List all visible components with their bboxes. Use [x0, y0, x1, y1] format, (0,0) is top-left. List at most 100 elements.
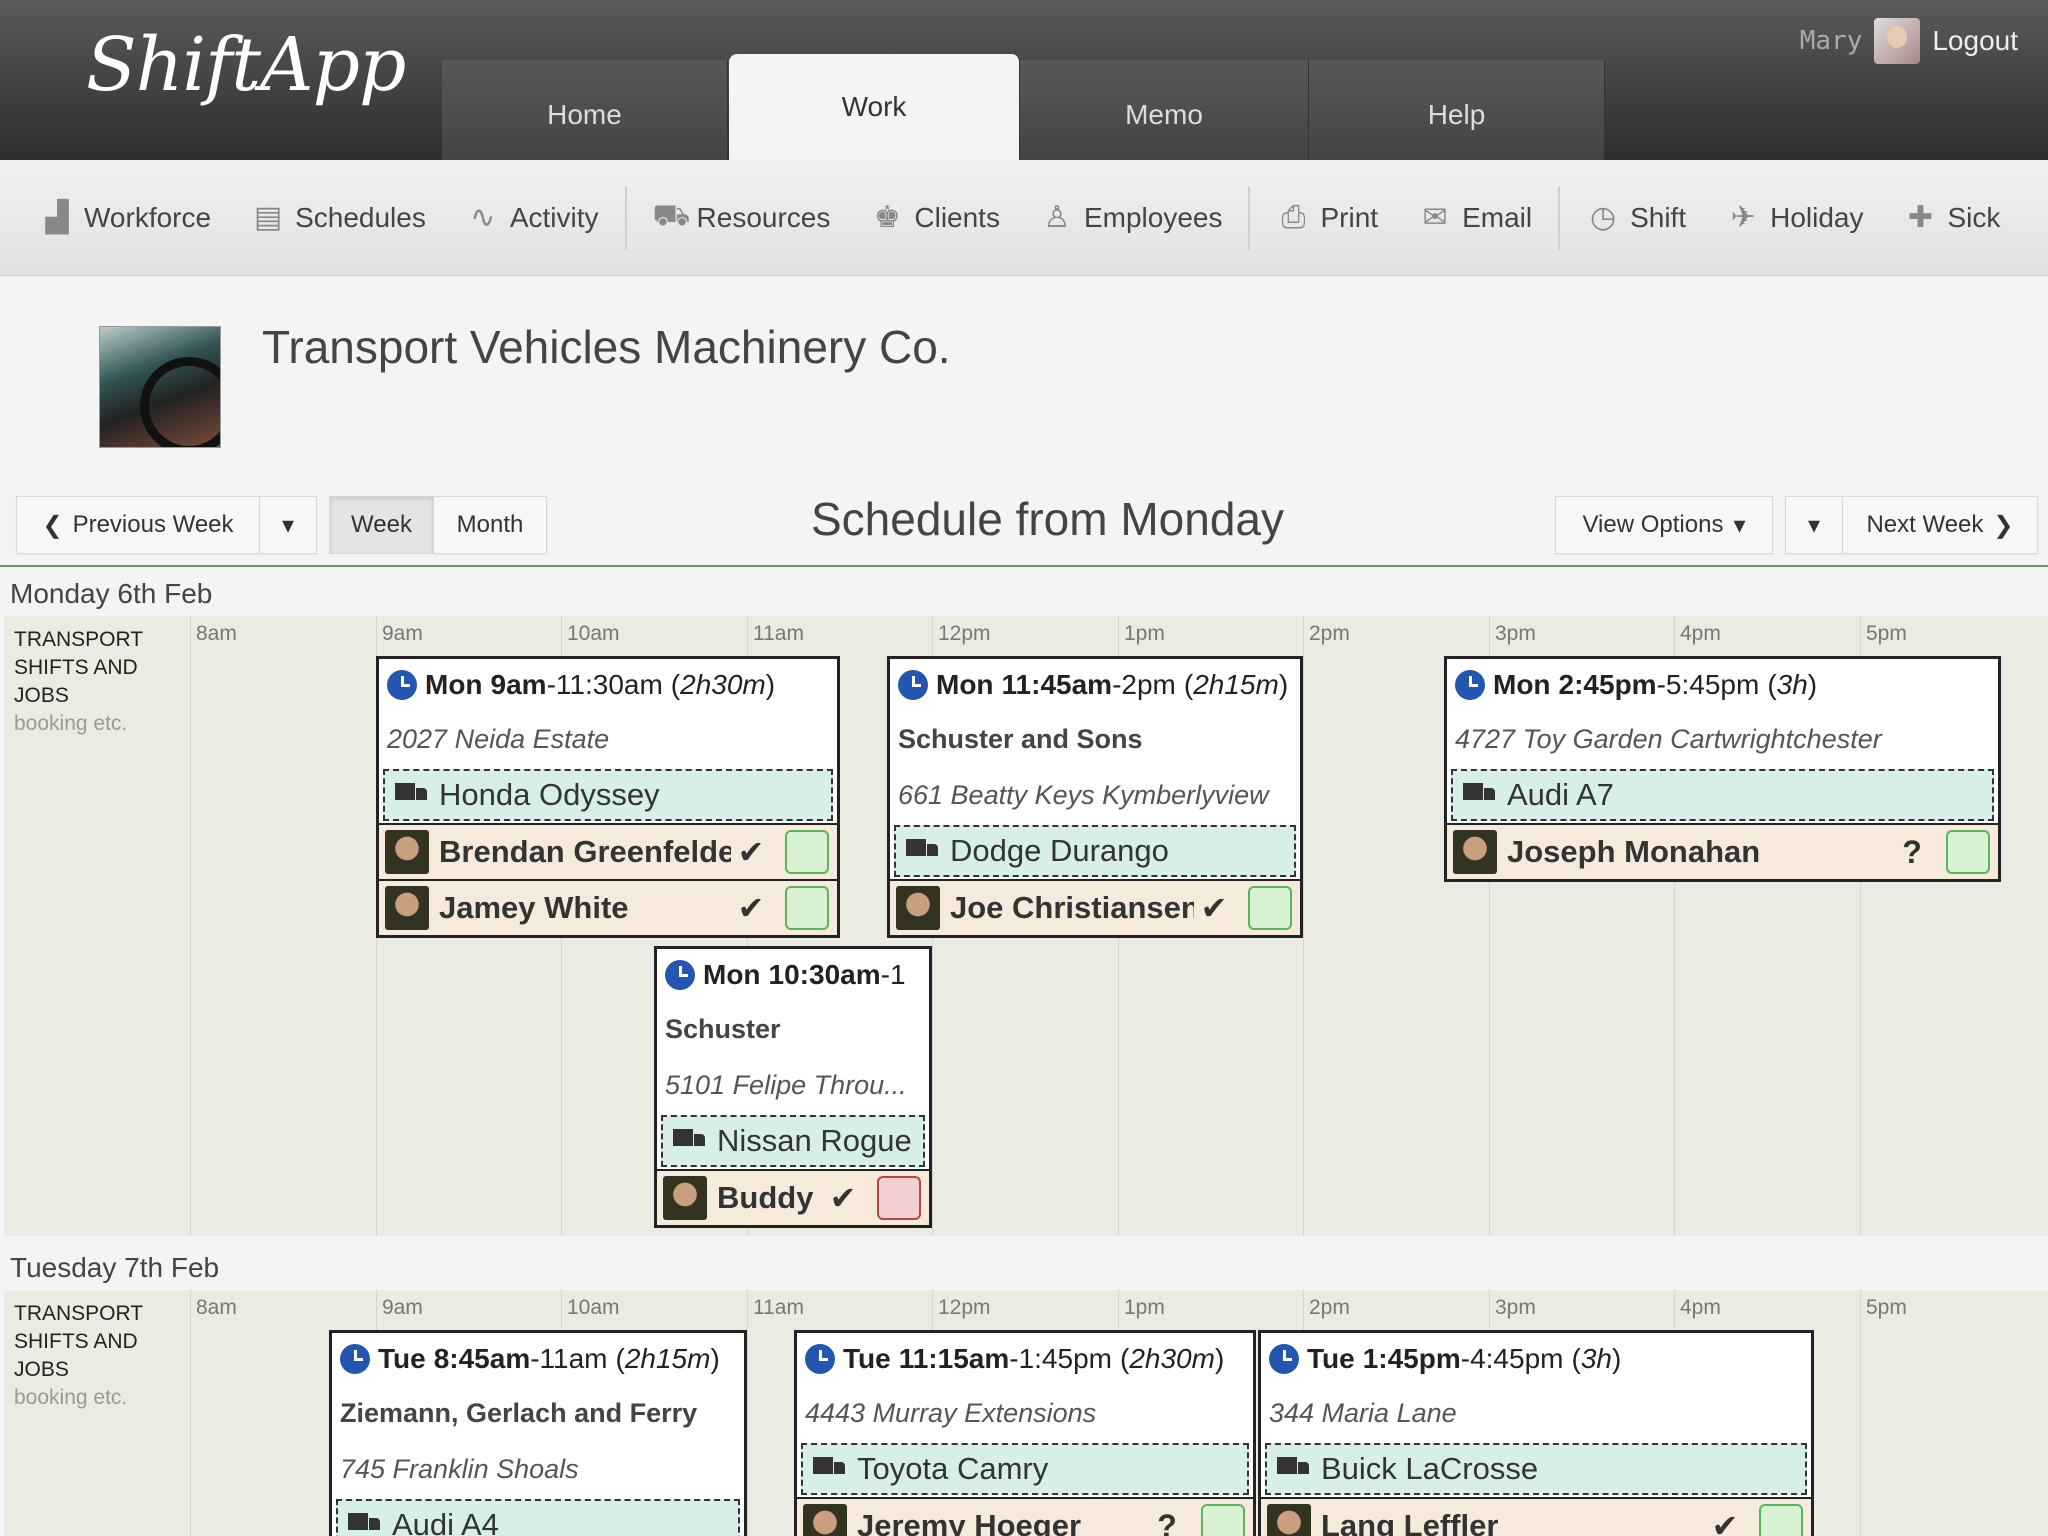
clients-label: Clients	[914, 201, 1000, 233]
vehicle-tag[interactable]: Dodge Durango	[894, 825, 1296, 877]
shift-address: 2027 Neida Estate	[387, 723, 610, 754]
shift-label: Shift	[1630, 201, 1687, 233]
staff-row[interactable]: Jamey White ✔	[379, 879, 837, 935]
next-week-dropdown[interactable]: ▾	[1785, 496, 1843, 554]
schedules-button[interactable]: ▤ Schedules	[251, 200, 426, 235]
truck-icon	[813, 1457, 845, 1481]
hour-label: 5pm	[1866, 622, 1907, 645]
status-checkbox[interactable]	[877, 1176, 921, 1220]
sick-label: Sick	[1947, 201, 2001, 233]
shift-card[interactable]: Mon 10:30am -1 Schuster 5101 Felipe Throu...…	[654, 946, 932, 1228]
vehicle-tag[interactable]: Toyota Camry	[801, 1443, 1249, 1495]
vehicle-tag[interactable]: Honda Odyssey	[383, 769, 833, 821]
resources-button[interactable]: ⛟ Resources	[653, 199, 831, 237]
tab-help[interactable]: Help	[1309, 60, 1605, 160]
hour-gridline	[190, 616, 191, 1236]
print-button[interactable]: ⎙ Print	[1276, 201, 1378, 235]
vehicle-tag[interactable]: Nissan Rogue	[661, 1115, 925, 1167]
check-icon: ✔	[737, 834, 765, 870]
sick-button[interactable]: ✚ Sick	[1904, 200, 2001, 235]
staff-name: Joe Christiansen	[950, 890, 1194, 925]
staff-name: Jamey White	[439, 890, 629, 925]
shift-card[interactable]: Tue 8:45am -11am (2h15m) Ziemann, Gerlach an…	[329, 1330, 747, 1536]
shift-button[interactable]: ◷ Shift	[1586, 200, 1686, 235]
toolbar-divider	[1558, 185, 1561, 250]
hour-label: 8am	[196, 622, 237, 645]
shift-start: 9am	[490, 669, 547, 700]
workforce-button[interactable]: ▟ Workforce	[40, 200, 211, 235]
hour-label: 9am	[382, 1296, 423, 1319]
activity-label: Activity	[509, 201, 599, 233]
hour-label: 1pm	[1124, 622, 1165, 645]
question-icon: ?	[1902, 833, 1922, 870]
previous-week-label: Previous Week	[72, 511, 234, 538]
shift-card[interactable]: Mon 11:45am -2pm (2h15m) Schuster and Sons 66…	[887, 656, 1303, 938]
staff-avatar	[663, 1176, 707, 1220]
clients-button[interactable]: ♚ Clients	[870, 200, 1000, 235]
shift-card[interactable]: Tue 11:15am -1:45pm (2h30m) 4443 Murray Exte…	[794, 1330, 1256, 1536]
staff-row[interactable]: Joe Christiansen ✔	[890, 879, 1300, 935]
previous-week-dropdown[interactable]: ▾	[259, 496, 317, 554]
row-label-sub: booking etc.	[14, 1386, 128, 1409]
vehicle-tag[interactable]: Buick LaCrosse	[1265, 1443, 1807, 1495]
truck-icon	[1463, 783, 1495, 807]
row-label: TRANSPORT SHIFTS AND JOBS booking etc.	[14, 1300, 174, 1412]
tab-memo[interactable]: Memo	[1020, 60, 1309, 160]
app-logo[interactable]: ShiftApp	[86, 22, 406, 108]
staff-name: Brendan Greenfelder	[439, 834, 731, 869]
shift-duration: (3h)	[1767, 669, 1818, 700]
tab-home[interactable]: Home	[442, 60, 728, 160]
staff-row[interactable]: Jeremy Hoeger?	[797, 1497, 1253, 1536]
status-checkbox[interactable]	[1248, 886, 1292, 930]
shift-card[interactable]: Tue 1:45pm -4:45pm (3h) 344 Maria Lane Buick …	[1258, 1330, 1814, 1536]
status-checkbox[interactable]	[1759, 1504, 1803, 1536]
status-checkbox[interactable]	[785, 886, 829, 930]
hour-gridline	[1303, 616, 1304, 1236]
shift-start: 10:30am	[768, 959, 881, 990]
shift-card[interactable]: Mon 2:45pm -5:45pm (3h) 4727 Toy Garden Cart…	[1444, 656, 2001, 882]
logout-link[interactable]: Logout	[1932, 25, 2018, 57]
shift-end: 11:30am	[555, 669, 663, 700]
toolbar: ▟ Workforce ▤ Schedules ∿ Activity ⛟ Resourc…	[0, 160, 2048, 276]
next-week-label: Next Week	[1866, 511, 1984, 538]
clock-icon	[340, 1344, 370, 1374]
user-avatar[interactable]	[1874, 18, 1921, 64]
staff-avatar	[896, 886, 940, 930]
view-options-button[interactable]: View Options ▾	[1555, 496, 1773, 554]
staff-row[interactable]: Brendan Greenfelder ✔	[379, 823, 837, 879]
previous-week-button[interactable]: ❮ Previous Week	[16, 496, 260, 554]
clock-icon: ◷	[1589, 201, 1617, 234]
staff-avatar	[1267, 1504, 1311, 1536]
hour-gridline	[747, 1290, 748, 1536]
email-button[interactable]: ✉ Email	[1418, 200, 1532, 235]
week-view-button[interactable]: Week	[329, 496, 434, 554]
vehicle-tag[interactable]: Audi A7	[1451, 769, 1994, 821]
shift-card[interactable]: Mon 9am -11:30am (2h30m) 2027 Neida Estate Ho…	[376, 656, 840, 938]
hour-label: 12pm	[938, 1296, 991, 1319]
status-checkbox[interactable]	[785, 830, 829, 874]
hour-gridline	[190, 1290, 191, 1536]
shift-day: Mon	[703, 959, 761, 990]
staff-name: Lang Leffler	[1321, 1508, 1499, 1536]
view-options-label: View Options	[1582, 511, 1724, 538]
employees-button[interactable]: ♙ Employees	[1040, 200, 1223, 235]
status-checkbox[interactable]	[1201, 1504, 1245, 1536]
staff-row[interactable]: Lang Leffler ✔	[1261, 1497, 1811, 1536]
month-view-button[interactable]: Month	[433, 496, 547, 554]
user-area: Mary Logout	[1800, 18, 2018, 64]
shift-day: Tue	[378, 1343, 426, 1374]
activity-button[interactable]: ∿ Activity	[466, 200, 599, 235]
check-icon: ✔	[1711, 1508, 1739, 1536]
vehicle-tag[interactable]: Audi A4	[336, 1499, 740, 1536]
shift-time: Tue 8:45am -11am (2h15m)	[332, 1333, 744, 1385]
staff-row[interactable]: Joseph Monahan?	[1447, 823, 1998, 879]
shift-address: 5101 Felipe Throu...	[665, 1069, 907, 1100]
shift-duration: (2h15m)	[615, 1343, 720, 1374]
vehicle-name: Audi A7	[1507, 777, 1614, 812]
tab-work[interactable]: Work	[729, 54, 1020, 160]
hour-label: 3pm	[1495, 1296, 1536, 1319]
next-week-button[interactable]: Next Week ❯	[1842, 496, 2038, 554]
staff-row[interactable]: Buddy Brown✔	[657, 1169, 929, 1225]
status-checkbox[interactable]	[1946, 830, 1990, 874]
holiday-button[interactable]: ✈ Holiday	[1726, 200, 1864, 235]
